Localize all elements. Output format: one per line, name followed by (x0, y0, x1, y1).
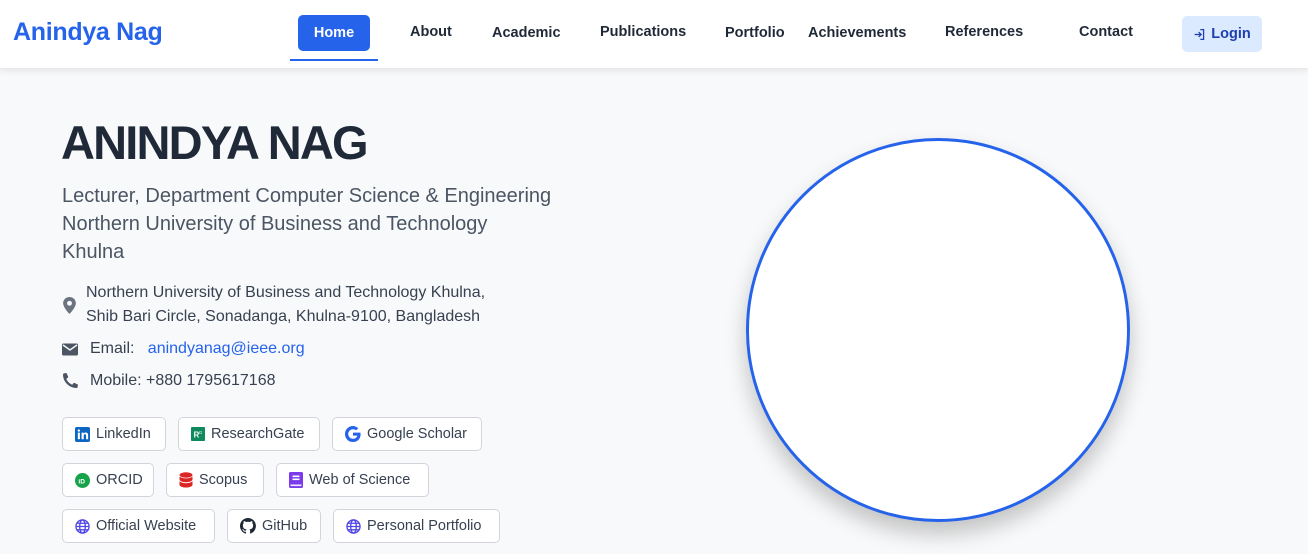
address: Northern University of Business and Tech… (86, 281, 485, 329)
nav-active-underline (290, 59, 378, 61)
nav-references[interactable]: References (945, 24, 1023, 40)
orcid-label: ORCID (96, 472, 143, 488)
login-button[interactable]: Login (1182, 16, 1262, 52)
profile-name: ANINDYA NAG (61, 116, 369, 169)
phone-icon (63, 373, 78, 388)
address-line-2: Shib Bari Circle, Sonadanga, Khulna-9100… (86, 308, 481, 325)
brand-logo[interactable]: Anindya Nag (13, 18, 163, 47)
profile-subtitle: Lecturer, Department Computer Science & … (62, 182, 602, 266)
linkedin-label: LinkedIn (96, 426, 151, 442)
envelope-icon (62, 343, 78, 356)
github-button[interactable]: GitHub (227, 509, 321, 543)
login-icon (1194, 28, 1205, 40)
researchgate-button[interactable]: RG ResearchGate (178, 417, 320, 451)
nav-home-button[interactable]: Home (298, 15, 370, 51)
web-of-science-button[interactable]: Web of Science (276, 463, 429, 497)
google-scholar-label: Google Scholar (367, 426, 467, 442)
email-row: Email: anindyanag@ieee.org (90, 337, 305, 361)
subtitle-line-3: Khulna (62, 241, 125, 263)
nav-contact[interactable]: Contact (1079, 24, 1133, 40)
linkedin-button[interactable]: LinkedIn (62, 417, 166, 451)
orcid-button[interactable]: iD ORCID (62, 463, 154, 497)
nav-about[interactable]: About (410, 24, 452, 40)
top-navbar: Anindya Nag Home About Academic Publicat… (0, 0, 1308, 69)
linkedin-icon (75, 426, 90, 442)
globe-icon (75, 518, 90, 534)
researchgate-icon: RG (191, 427, 205, 441)
email-link[interactable]: anindyanag@ieee.org (148, 340, 305, 357)
researchgate-label: ResearchGate (211, 426, 305, 442)
github-label: GitHub (262, 518, 308, 534)
book-icon (289, 472, 303, 488)
subtitle-line-2: Northern University of Business and Tech… (62, 213, 488, 235)
nav-academic[interactable]: Academic (492, 25, 561, 41)
google-icon (345, 426, 361, 442)
scopus-button[interactable]: Scopus (166, 463, 264, 497)
nav-achievements[interactable]: Achievements (808, 25, 906, 41)
svg-text:iD: iD (78, 478, 85, 485)
email-label: Email: (90, 340, 135, 357)
database-icon (179, 472, 193, 488)
personal-portfolio-button[interactable]: Personal Portfolio (333, 509, 500, 543)
globe-icon (346, 518, 361, 534)
github-icon (240, 518, 256, 534)
google-scholar-button[interactable]: Google Scholar (332, 417, 482, 451)
web-of-science-label: Web of Science (309, 472, 411, 488)
login-label: Login (1211, 26, 1251, 42)
orcid-icon: iD (75, 472, 90, 488)
mobile-row: Mobile: +880 1795617168 (90, 372, 276, 389)
address-line-1: Northern University of Business and Tech… (86, 284, 486, 301)
personal-portfolio-label: Personal Portfolio (367, 518, 482, 534)
map-pin-icon (63, 297, 76, 314)
svg-text:G: G (199, 430, 203, 435)
nav-publications[interactable]: Publications (600, 24, 686, 40)
profile-photo (746, 138, 1130, 522)
official-website-button[interactable]: Official Website (62, 509, 215, 543)
official-website-label: Official Website (96, 518, 197, 534)
nav-portfolio[interactable]: Portfolio (725, 25, 785, 41)
scopus-label: Scopus (199, 472, 248, 488)
subtitle-line-1: Lecturer, Department Computer Science & … (62, 185, 552, 207)
